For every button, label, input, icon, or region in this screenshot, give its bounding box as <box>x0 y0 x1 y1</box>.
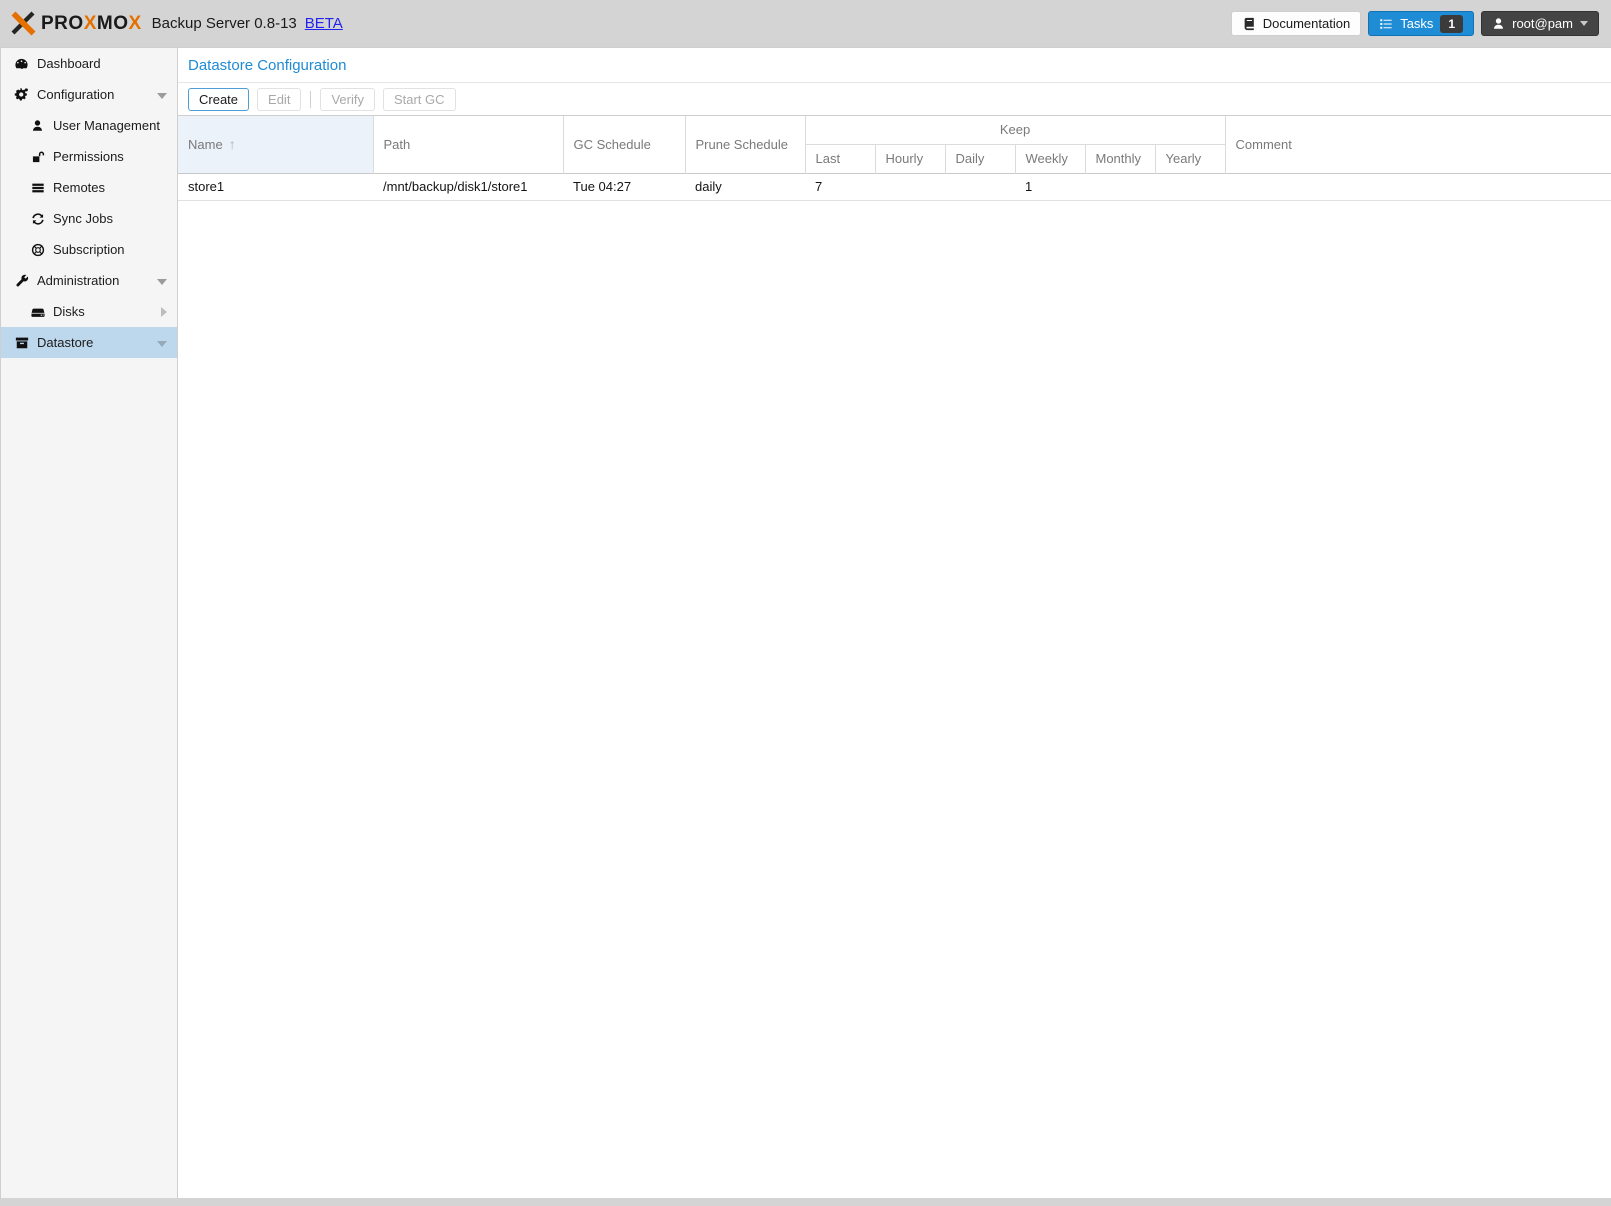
proxmox-logo-text: PROXMOX <box>41 13 142 35</box>
logo-text-segment: PRO <box>41 13 84 35</box>
documentation-button-label: Documentation <box>1263 16 1350 31</box>
sort-ascending-arrow-icon: ↑ <box>229 136 236 152</box>
book-icon <box>1242 17 1256 31</box>
task-list-icon <box>1379 17 1393 31</box>
tasks-button-label: Tasks <box>1400 16 1433 31</box>
app-shell: Dashboard Configuration User Management … <box>0 47 1611 1198</box>
main-content: Datastore Configuration Create Edit Veri… <box>178 47 1611 1198</box>
cell-prune-schedule: daily <box>685 173 805 200</box>
cell-keep-yearly <box>1155 173 1225 200</box>
toolbar-separator <box>310 91 311 108</box>
chevron-down-icon[interactable] <box>157 341 167 347</box>
cell-path: /mnt/backup/disk1/store1 <box>373 173 563 200</box>
cell-keep-daily <box>945 173 1015 200</box>
user-menu-label: root@pam <box>1512 16 1573 31</box>
tasks-count-badge: 1 <box>1440 15 1463 33</box>
column-header-name[interactable]: Name ↑ <box>178 116 373 173</box>
tasks-button[interactable]: Tasks 1 <box>1368 11 1474 36</box>
unlock-icon <box>29 149 46 164</box>
sidebar-item-configuration[interactable]: Configuration <box>1 79 177 110</box>
column-header-keep-hourly[interactable]: Hourly <box>875 144 945 173</box>
sidebar-item-user-management[interactable]: User Management <box>1 110 177 141</box>
user-icon <box>1492 17 1505 30</box>
logo-text-segment: X <box>84 13 97 35</box>
cell-name: store1 <box>178 173 373 200</box>
sidebar-item-dashboard[interactable]: Dashboard <box>1 48 177 79</box>
sidebar-item-label: Disks <box>53 304 85 319</box>
column-header-keep-weekly[interactable]: Weekly <box>1015 144 1085 173</box>
archive-box-icon <box>13 335 30 350</box>
column-header-path[interactable]: Path <box>373 116 563 173</box>
page-title: Datastore Configuration <box>188 57 346 74</box>
server-list-icon <box>29 180 46 195</box>
sidebar-item-label: Remotes <box>53 180 105 195</box>
verify-button[interactable]: Verify <box>320 88 375 111</box>
beta-link[interactable]: BETA <box>305 15 343 32</box>
create-button[interactable]: Create <box>188 88 249 111</box>
life-ring-icon <box>29 242 46 257</box>
sidebar-item-sync-jobs[interactable]: Sync Jobs <box>1 203 177 234</box>
sidebar-item-label: Datastore <box>37 335 93 350</box>
sidebar-item-label: Sync Jobs <box>53 211 113 226</box>
sidebar-item-subscription[interactable]: Subscription <box>1 234 177 265</box>
sidebar-item-permissions[interactable]: Permissions <box>1 141 177 172</box>
topbar: PROXMOX Backup Server 0.8-13 BETA Docume… <box>0 0 1611 47</box>
start-gc-button[interactable]: Start GC <box>383 88 456 111</box>
hdd-icon <box>29 304 46 319</box>
sync-icon <box>29 211 46 226</box>
column-header-keep-monthly[interactable]: Monthly <box>1085 144 1155 173</box>
sidebar-item-label: Subscription <box>53 242 125 257</box>
column-header-prune-schedule[interactable]: Prune Schedule <box>685 116 805 173</box>
documentation-button[interactable]: Documentation <box>1231 11 1361 36</box>
sidebar-item-label: Administration <box>37 273 119 288</box>
sidebar-item-datastore[interactable]: Datastore <box>1 327 177 358</box>
column-header-gc-schedule[interactable]: GC Schedule <box>563 116 685 173</box>
sidebar-item-label: Dashboard <box>37 56 101 71</box>
sidebar: Dashboard Configuration User Management … <box>0 47 178 1198</box>
gauge-icon <box>13 56 30 71</box>
toolbar: Create Edit Verify Start GC <box>178 83 1611 116</box>
logo-text-segment: MO <box>97 13 129 35</box>
chevron-down-icon[interactable] <box>157 279 167 285</box>
column-header-label: Name <box>188 137 223 152</box>
cell-keep-last: 7 <box>805 173 875 200</box>
user-icon <box>29 118 46 133</box>
column-group-keep: Keep <box>805 116 1225 144</box>
chevron-down-icon <box>1580 21 1588 26</box>
column-header-keep-yearly[interactable]: Yearly <box>1155 144 1225 173</box>
cell-keep-weekly: 1 <box>1015 173 1085 200</box>
cell-comment <box>1225 173 1611 200</box>
cell-keep-hourly <box>875 173 945 200</box>
user-menu-button[interactable]: root@pam <box>1481 11 1599 36</box>
column-header-keep-last[interactable]: Last <box>805 144 875 173</box>
sidebar-item-disks[interactable]: Disks <box>1 296 177 327</box>
chevron-down-icon[interactable] <box>157 93 167 99</box>
edit-button[interactable]: Edit <box>257 88 301 111</box>
datastore-table: Name ↑ Path GC Schedule Prune Schedule Ke… <box>178 116 1611 201</box>
proxmox-x-logo-icon <box>10 10 37 37</box>
product-title: Backup Server 0.8-13 <box>152 15 297 32</box>
table-row[interactable]: store1 /mnt/backup/disk1/store1 Tue 04:2… <box>178 173 1611 200</box>
sidebar-item-label: Configuration <box>37 87 114 102</box>
title-bar: Datastore Configuration <box>178 48 1611 83</box>
column-header-comment[interactable]: Comment <box>1225 116 1611 173</box>
sidebar-item-remotes[interactable]: Remotes <box>1 172 177 203</box>
sidebar-item-administration[interactable]: Administration <box>1 265 177 296</box>
chevron-right-icon[interactable] <box>161 307 167 317</box>
gears-icon <box>13 87 30 102</box>
logo-text-segment: X <box>128 13 141 35</box>
proxmox-logo: PROXMOX <box>10 10 142 37</box>
cell-keep-monthly <box>1085 173 1155 200</box>
cell-gc-schedule: Tue 04:27 <box>563 173 685 200</box>
column-header-keep-daily[interactable]: Daily <box>945 144 1015 173</box>
sidebar-item-label: Permissions <box>53 149 124 164</box>
wrench-icon <box>13 273 30 288</box>
sidebar-item-label: User Management <box>53 118 160 133</box>
